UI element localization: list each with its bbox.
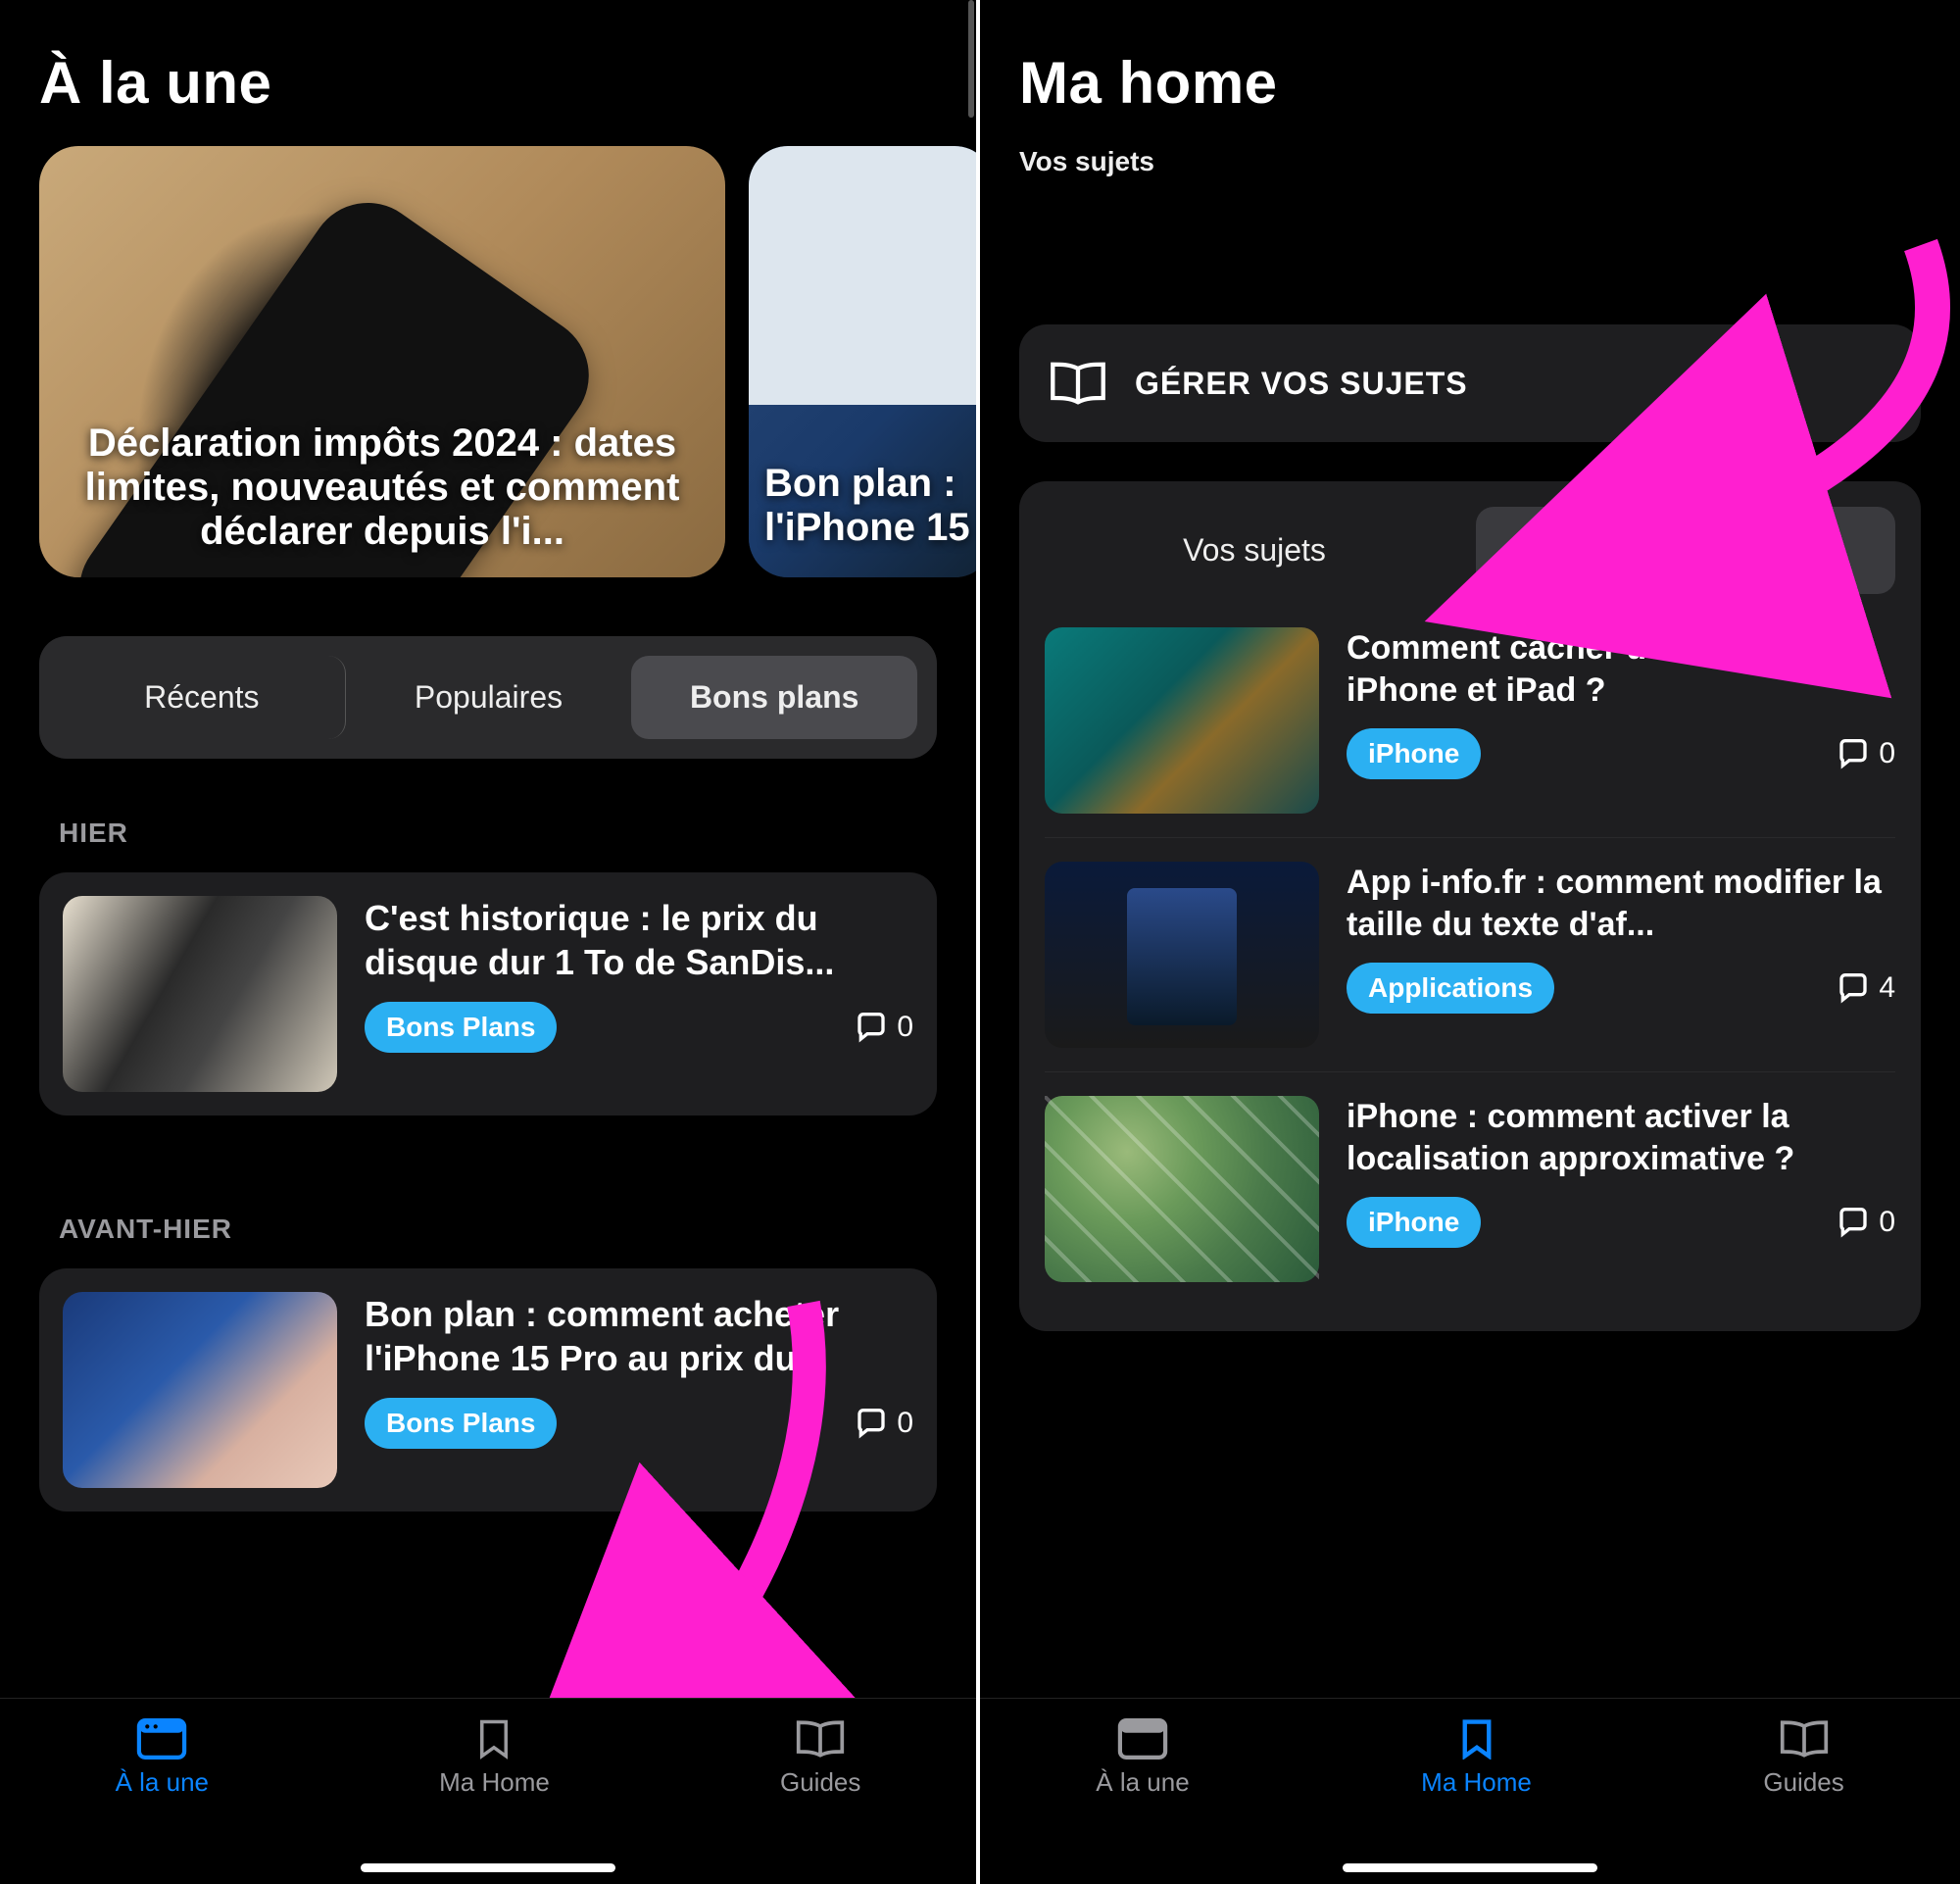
list-item[interactable]: iPhone : comment activer la localisation… — [1045, 1072, 1895, 1306]
article-thumbnail — [63, 1292, 337, 1488]
book-icon — [1779, 1718, 1830, 1760]
favorites-segmented-control: Vos sujets Vos favoris — [1045, 507, 1895, 594]
screen-a-la-une: À la une Déclaration impôts 2024 : dates… — [0, 0, 980, 1884]
segment-bons-plans[interactable]: Bons plans — [631, 656, 917, 739]
tab-label: À la une — [1096, 1767, 1189, 1798]
scrollbar[interactable] — [968, 0, 974, 118]
article-tag[interactable]: iPhone — [1347, 728, 1481, 779]
tab-bar: À la une Ma Home Guides — [980, 1698, 1960, 1884]
list-item[interactable]: App i-nfo.fr : comment modifier la taill… — [1045, 838, 1895, 1072]
comments-count[interactable]: 0 — [856, 1011, 913, 1044]
home-indicator[interactable] — [361, 1863, 615, 1872]
segment-populaires[interactable]: Populaires — [346, 656, 632, 739]
category-segmented-control: Récents Populaires Bons plans — [39, 636, 937, 759]
comments-count[interactable]: 0 — [856, 1407, 913, 1440]
comment-icon — [1838, 738, 1869, 769]
screen-ma-home: Ma home Vos sujets GÉRER VOS SUJETS Vos … — [980, 0, 1960, 1884]
bookmark-icon — [468, 1718, 519, 1760]
window-icon — [1117, 1718, 1168, 1760]
tab-guides[interactable]: Guides — [1763, 1718, 1843, 1798]
page-title: À la une — [0, 0, 976, 146]
article-tag[interactable]: Bons Plans — [365, 1398, 557, 1449]
tab-a-la-une[interactable]: À la une — [1096, 1718, 1189, 1798]
tab-bar: À la une Ma Home Guides — [0, 1698, 976, 1884]
bookmark-icon — [1451, 1718, 1502, 1760]
segment-vos-sujets[interactable]: Vos sujets — [1045, 507, 1464, 594]
comment-icon — [856, 1408, 887, 1439]
tab-guides[interactable]: Guides — [780, 1718, 860, 1798]
article-tag[interactable]: iPhone — [1347, 1197, 1481, 1248]
article-thumbnail — [63, 896, 337, 1092]
article-title: Bon plan : comment acheter l'iPhone 15 P… — [365, 1292, 913, 1380]
article-thumbnail — [1045, 1096, 1319, 1282]
comments-count[interactable]: 0 — [1838, 1206, 1895, 1239]
comment-icon — [1838, 1207, 1869, 1238]
manage-subjects-button[interactable]: GÉRER VOS SUJETS — [1019, 324, 1921, 442]
window-icon — [136, 1718, 187, 1760]
hero-headline: Déclaration impôts 2024 : dates limites,… — [39, 421, 725, 554]
book-icon — [795, 1718, 846, 1760]
article-card[interactable]: Bon plan : comment acheter l'iPhone 15 P… — [39, 1268, 937, 1512]
article-title: Comment cacher des photos sur iPhone et … — [1347, 627, 1895, 711]
subhead: Vos sujets — [980, 146, 1960, 207]
book-icon — [1049, 360, 1107, 407]
tab-label: À la une — [116, 1767, 209, 1798]
section-label-avant-hier: AVANT-HIER — [0, 1155, 976, 1268]
favorites-panel: Vos sujets Vos favoris Comment cacher de… — [1019, 481, 1921, 1331]
tab-label: Ma Home — [1421, 1767, 1532, 1798]
comments-count[interactable]: 4 — [1838, 971, 1895, 1005]
article-tag[interactable]: Applications — [1347, 963, 1554, 1014]
hero-card-1[interactable]: Déclaration impôts 2024 : dates limites,… — [39, 146, 725, 577]
hero-carousel[interactable]: Déclaration impôts 2024 : dates limites,… — [0, 146, 976, 577]
hero-card-2[interactable]: Bon plan : l'iPhone 15 — [749, 146, 980, 577]
list-item[interactable]: Comment cacher des photos sur iPhone et … — [1045, 604, 1895, 838]
article-thumbnail — [1045, 862, 1319, 1048]
article-title: C'est historique : le prix du disque dur… — [365, 896, 913, 984]
home-indicator[interactable] — [1343, 1863, 1597, 1872]
hero-headline: Bon plan : l'iPhone 15 — [749, 462, 980, 550]
segment-vos-favoris[interactable]: Vos favoris — [1476, 507, 1895, 594]
comment-icon — [1838, 972, 1869, 1004]
article-tag[interactable]: Bons Plans — [365, 1002, 557, 1053]
tab-ma-home[interactable]: Ma Home — [439, 1718, 550, 1798]
article-title: App i-nfo.fr : comment modifier la taill… — [1347, 862, 1895, 945]
favorites-list: Comment cacher des photos sur iPhone et … — [1045, 604, 1895, 1306]
segment-recents[interactable]: Récents — [59, 656, 346, 739]
tab-label: Ma Home — [439, 1767, 550, 1798]
article-title: iPhone : comment activer la localisation… — [1347, 1096, 1895, 1179]
comments-count[interactable]: 0 — [1838, 737, 1895, 770]
comment-icon — [856, 1012, 887, 1043]
manage-label: GÉRER VOS SUJETS — [1135, 366, 1468, 402]
article-thumbnail — [1045, 627, 1319, 814]
tab-ma-home[interactable]: Ma Home — [1421, 1718, 1532, 1798]
page-title: Ma home — [980, 0, 1960, 146]
tab-a-la-une[interactable]: À la une — [116, 1718, 209, 1798]
tab-label: Guides — [780, 1767, 860, 1798]
section-label-hier: HIER — [0, 759, 976, 872]
tab-label: Guides — [1763, 1767, 1843, 1798]
article-card[interactable]: C'est historique : le prix du disque dur… — [39, 872, 937, 1116]
